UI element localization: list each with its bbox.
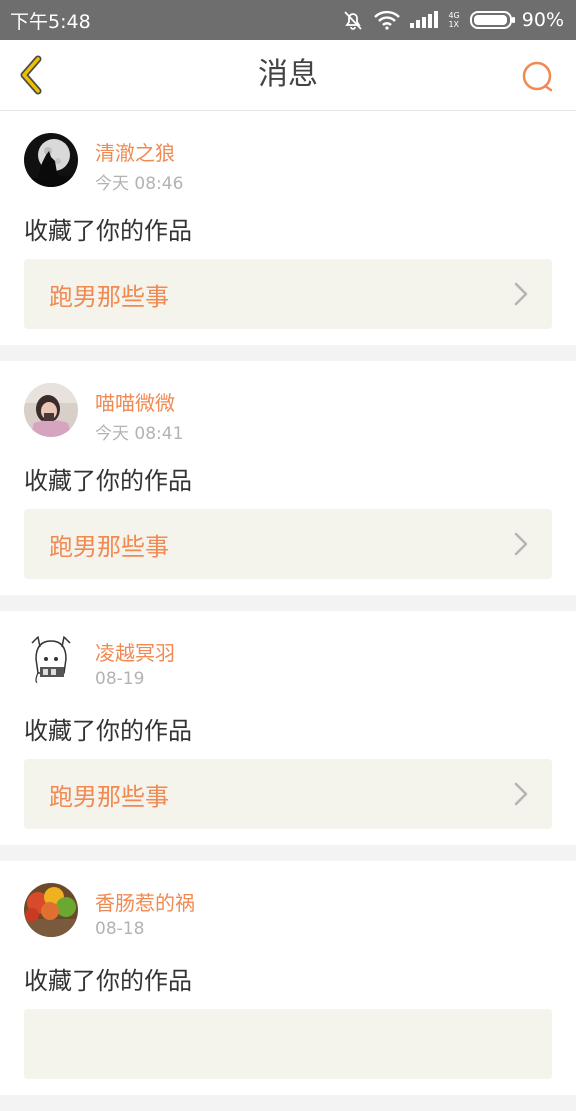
chevron-right-icon: [514, 782, 528, 806]
anime-sketch-avatar[interactable]: [24, 633, 78, 687]
girl-photo-avatar[interactable]: [24, 383, 78, 437]
chevron-right-icon: [514, 282, 528, 306]
work-link[interactable]: [24, 1009, 552, 1079]
page-title: 消息: [258, 57, 318, 92]
username[interactable]: 喵喵微微: [95, 387, 175, 416]
work-title: 跑男那些事: [49, 282, 169, 311]
work-link[interactable]: 跑男那些事: [24, 259, 552, 329]
battery-percent: 90%: [521, 9, 564, 31]
message-card: 香肠惹的祸 08-18 收藏了你的作品: [0, 861, 576, 1095]
username[interactable]: 香肠惹的祸: [95, 887, 195, 916]
battery-icon: [469, 10, 516, 30]
wifi-icon: [374, 10, 401, 30]
search-icon: [522, 61, 553, 92]
action-text: 收藏了你的作品: [24, 217, 192, 245]
status-icons: 4G 1X 90%: [342, 9, 564, 31]
mute-icon: [342, 9, 364, 31]
battery: 90%: [469, 9, 564, 31]
username[interactable]: 清澈之狼: [95, 137, 175, 166]
message-card: 喵喵微微 今天 08:41 收藏了你的作品 跑男那些事: [0, 361, 576, 595]
action-text: 收藏了你的作品: [24, 467, 192, 495]
work-link[interactable]: 跑男那些事: [24, 759, 552, 829]
timestamp: 今天 08:41: [95, 424, 184, 444]
wolf-moon-avatar[interactable]: [24, 133, 78, 187]
timestamp: 08-19: [95, 669, 145, 689]
status-time: 下午5:48: [10, 10, 91, 33]
message-card: 清澈之狼 今天 08:46 收藏了你的作品 跑男那些事: [0, 111, 576, 345]
timestamp: 08-18: [95, 919, 145, 939]
header: 消息: [0, 40, 576, 111]
chevron-right-icon: [514, 532, 528, 556]
search-button[interactable]: [520, 59, 556, 95]
timestamp: 今天 08:46: [95, 174, 184, 194]
network-bottom: 1X: [448, 20, 460, 29]
network-top: 4G: [448, 11, 460, 20]
work-title: 跑男那些事: [49, 782, 169, 811]
action-text: 收藏了你的作品: [24, 717, 192, 745]
autumn-leaves-avatar[interactable]: [24, 883, 78, 937]
network-type: 4G 1X: [448, 11, 459, 29]
message-list: 清澈之狼 今天 08:46 收藏了你的作品 跑男那些事 喵喵微微 今天 08:4…: [0, 111, 576, 1111]
action-text: 收藏了你的作品: [24, 967, 192, 995]
chevron-left-icon: [20, 55, 42, 95]
status-bar: 下午5:48 4G 1X 90%: [0, 0, 576, 40]
work-title: 跑男那些事: [49, 532, 169, 561]
signal-icon: [410, 10, 442, 30]
username[interactable]: 凌越冥羽: [95, 637, 175, 666]
message-card: 凌越冥羽 08-19 收藏了你的作品 跑男那些事: [0, 611, 576, 845]
work-link[interactable]: 跑男那些事: [24, 509, 552, 579]
back-button[interactable]: [14, 54, 50, 96]
